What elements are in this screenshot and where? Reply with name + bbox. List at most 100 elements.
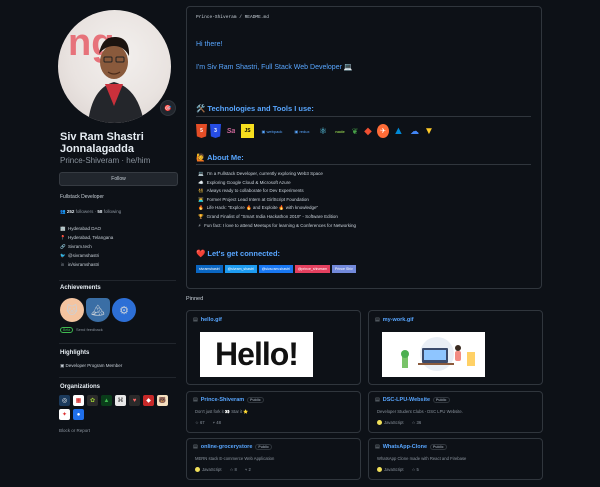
about-text: Life Hack: "Explore 🔥 and Exploite 🔥 wit… bbox=[206, 205, 319, 211]
repo-language: JavaScript bbox=[377, 467, 404, 473]
repo-name[interactable]: online-grocerystore bbox=[201, 444, 253, 450]
badge-label: @siva.ram.shastri bbox=[261, 267, 290, 271]
about-item: 💻 I'm a Fullstack Developer, currently ex… bbox=[198, 170, 356, 179]
profile-bio: Fullstack Developer bbox=[60, 194, 104, 200]
org-blue-icon[interactable]: ● bbox=[73, 409, 84, 420]
readme-card bbox=[186, 6, 542, 289]
status-emoji-badge[interactable]: 🎯 bbox=[160, 100, 176, 116]
status-emoji: 🎯 bbox=[164, 105, 172, 112]
repo-name[interactable]: WhatsApp-Clone bbox=[383, 444, 427, 450]
org-mascot-icon[interactable]: 🐻 bbox=[157, 395, 168, 406]
star-icon: ☆ bbox=[411, 420, 416, 426]
avatar-photo: ng- bbox=[68, 22, 144, 123]
repo-title[interactable]: ▤ DSC-LPU-Website Public bbox=[375, 397, 450, 403]
following-label[interactable]: following bbox=[104, 209, 122, 214]
org-nvidia-icon[interactable]: ▲ bbox=[101, 395, 112, 406]
pinned-card-title[interactable]: ▤ hello.gif bbox=[193, 317, 222, 323]
language-color-dot bbox=[195, 467, 200, 473]
about-text: I'm a Fullstack Developer, currently exp… bbox=[206, 171, 323, 176]
developer-icon: 👨‍💻 bbox=[198, 196, 204, 202]
highlight-text[interactable]: Developer Program Member bbox=[66, 363, 123, 368]
send-feedback-link[interactable]: Send feedback bbox=[76, 327, 103, 332]
social-badges: sivramshastri @sivram_shastri @siva.ram.… bbox=[196, 265, 356, 273]
twitter-icon: 🐦 bbox=[60, 252, 66, 258]
language-color-dot bbox=[377, 420, 382, 426]
repo-stars[interactable]: ☆ 5 bbox=[412, 467, 419, 472]
about-text: Fun fact: I love to attend Meetups for l… bbox=[204, 222, 357, 228]
about-heading: 🙋 About Me: bbox=[196, 153, 244, 162]
avatar[interactable]: ng- bbox=[58, 10, 171, 123]
org-globe-icon[interactable]: ◎ bbox=[59, 395, 70, 406]
card-name[interactable]: hello.gif bbox=[201, 317, 222, 323]
divider bbox=[59, 280, 176, 281]
twitter-badge[interactable]: @sivram_shastri bbox=[224, 265, 257, 273]
repo-forks[interactable]: ⑂ 48 bbox=[213, 420, 221, 425]
repo-language: JavaScript bbox=[195, 467, 222, 473]
instagram-badge[interactable]: @prince_shiveram bbox=[294, 265, 331, 273]
discord-badge[interactable]: Prince Shiv bbox=[332, 265, 356, 273]
badge-label: @prince_shiveram bbox=[297, 267, 328, 271]
org-red-icon[interactable]: ◆ bbox=[143, 395, 154, 406]
pinned-repo-card: ▤ DSC-LPU-Website Public Developer Student… bbox=[368, 391, 543, 433]
detail-website[interactable]: 🔗 Sivram.tech bbox=[60, 242, 113, 251]
star-icon: ☆ bbox=[229, 467, 234, 473]
about-list: 💻 I'm a Fullstack Developer, currently ex… bbox=[198, 170, 356, 230]
followers-label[interactable]: followers bbox=[76, 209, 94, 214]
repo-description: Don't just fork it 👀 Star it ⭐ bbox=[195, 409, 249, 414]
detail-twitter[interactable]: 🐦 @sivramshastri bbox=[60, 251, 113, 260]
detail-text: Hyderabad, Telangana bbox=[68, 235, 114, 240]
facebook-badge[interactable]: @siva.ram.shastri bbox=[258, 265, 293, 273]
star-count: 5 bbox=[416, 467, 419, 473]
readme-path[interactable]: Prince-Shiveram / README.md bbox=[196, 15, 269, 20]
location-icon: 📍 bbox=[60, 234, 66, 240]
achievement-arctic-icon[interactable]: 🏔 bbox=[86, 298, 110, 322]
lightning-icon: ⚡ bbox=[198, 222, 202, 228]
detail-text[interactable]: in/sivramshastri bbox=[68, 262, 99, 267]
repo-stars[interactable]: ☆ 36 bbox=[412, 420, 422, 425]
repo-name[interactable]: DSC-LPU-Website bbox=[383, 397, 430, 403]
detail-linkedin[interactable]: in in/sivramshastri bbox=[60, 260, 113, 269]
follow-button[interactable]: Follow bbox=[59, 172, 178, 186]
highlight-item: ▣ Developer Program Member bbox=[60, 363, 122, 369]
javascript-icon: JS bbox=[241, 124, 254, 138]
achievement-quickdraw-icon[interactable]: ⚙ bbox=[112, 298, 136, 322]
star-count: 8 bbox=[234, 467, 237, 473]
repo-icon: ▤ bbox=[375, 397, 380, 403]
repo-name[interactable]: Prince-Shiveram bbox=[201, 397, 244, 403]
hello-gif-text: Hello! bbox=[215, 336, 299, 372]
achievement-pull-shark-icon[interactable]: 🐱 bbox=[60, 298, 84, 322]
card-name[interactable]: my-work.gif bbox=[383, 317, 414, 323]
fire-icon: 🔥 bbox=[198, 205, 204, 211]
repo-icon: ▤ bbox=[193, 397, 198, 403]
repo-title[interactable]: ▤ online-grocerystore Public bbox=[193, 444, 272, 450]
repo-meta: JavaScript ☆ 36 bbox=[377, 420, 422, 426]
org-flag-icon[interactable]: ▦ bbox=[73, 395, 84, 406]
repo-title[interactable]: ▤ WhatsApp-Clone Public bbox=[375, 444, 447, 450]
collab-icon: 👯 bbox=[198, 188, 204, 194]
pinned-card-title[interactable]: ▤ my-work.gif bbox=[375, 317, 414, 323]
org-heart-icon[interactable]: ♥ bbox=[129, 395, 140, 406]
detail-text[interactable]: Sivram.tech bbox=[68, 244, 92, 249]
repo-title[interactable]: ▤ Prince-Shiveram Public bbox=[193, 397, 264, 403]
gcp-icon: ☁ bbox=[410, 125, 419, 136]
company-icon: 🏢 bbox=[60, 225, 66, 231]
followers-count[interactable]: 252 bbox=[67, 209, 75, 214]
repo-stars[interactable]: ☆ 67 bbox=[195, 420, 205, 425]
star-icon: ☆ bbox=[195, 420, 199, 425]
linkedin-badge[interactable]: sivramshastri bbox=[196, 265, 223, 273]
detail-text[interactable]: @sivramshastri bbox=[68, 253, 99, 258]
star-count: 67 bbox=[199, 420, 205, 425]
following-count[interactable]: 58 bbox=[97, 209, 102, 214]
star-icon: ☆ bbox=[411, 467, 416, 473]
achievements-title[interactable]: Achievements bbox=[60, 285, 101, 291]
org-leaf-icon[interactable]: ✿ bbox=[87, 395, 98, 406]
repo-stars[interactable]: ☆ 8 bbox=[230, 467, 237, 472]
org-code-icon[interactable]: ⌘ bbox=[115, 395, 126, 406]
repo-forks[interactable]: ⑂ 2 bbox=[245, 467, 251, 472]
block-or-report-link[interactable]: Block or Report bbox=[59, 428, 90, 433]
org-badge-icon[interactable]: ✦ bbox=[59, 409, 70, 420]
file-icon: ▤ bbox=[375, 317, 380, 323]
link-icon: 🔗 bbox=[60, 243, 66, 249]
redux-icon: ▣ redux bbox=[294, 128, 310, 134]
public-badge: Public bbox=[430, 444, 447, 450]
